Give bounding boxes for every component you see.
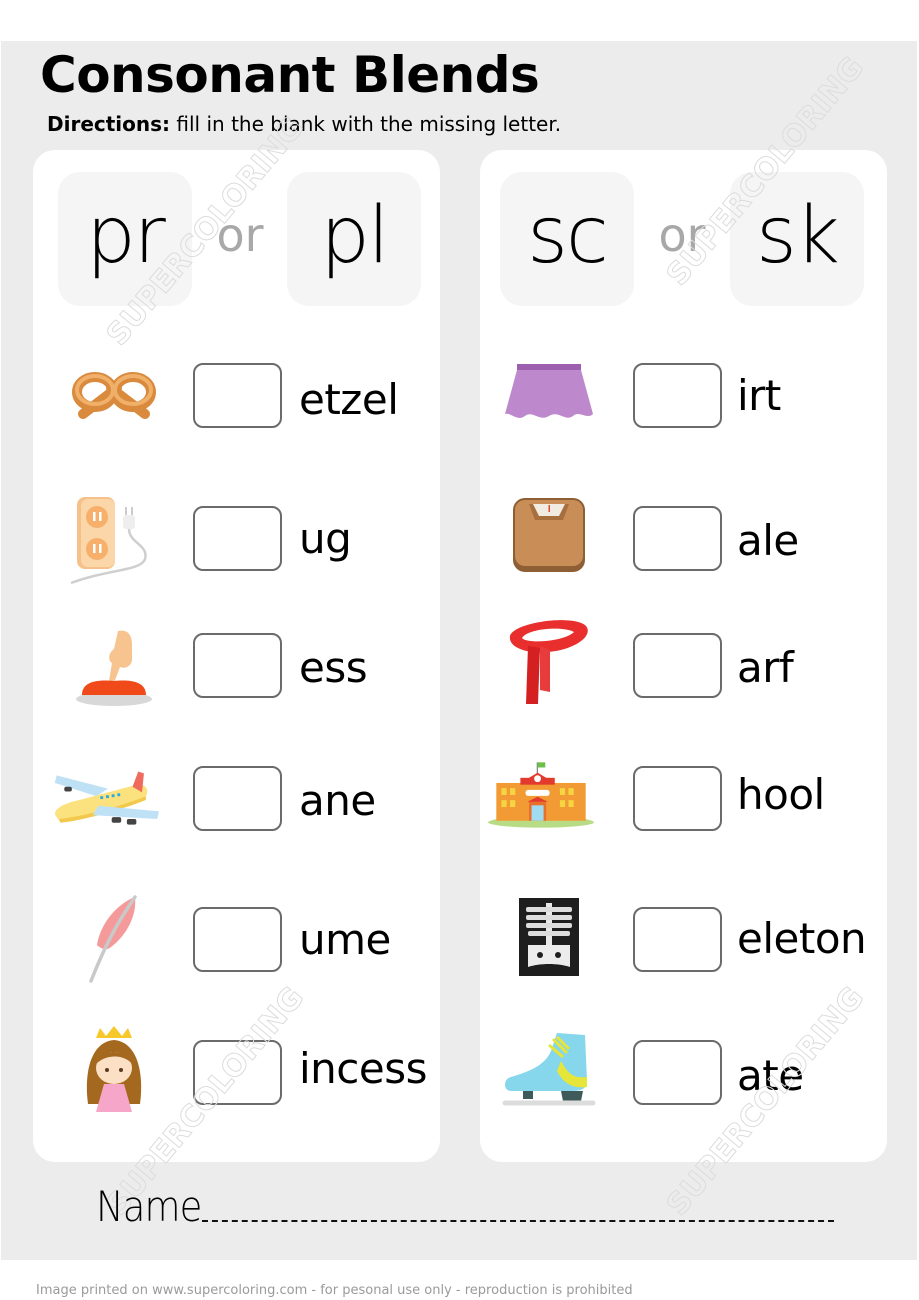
list-item: irt xyxy=(480,347,887,437)
blend-text: pr xyxy=(86,191,166,281)
answer-box[interactable] xyxy=(633,1040,722,1105)
list-item: ate xyxy=(480,1025,887,1115)
blend-text: sk xyxy=(756,191,840,281)
answer-box[interactable] xyxy=(633,506,722,571)
answer-box[interactable] xyxy=(193,1040,282,1105)
school-icon xyxy=(486,750,596,840)
directions-label: Directions: xyxy=(47,112,171,136)
word-suffix: hool xyxy=(737,770,825,819)
answer-box[interactable] xyxy=(193,633,282,698)
list-item: arf xyxy=(480,617,887,707)
directions-text: fill in the blank with the missing lette… xyxy=(170,112,562,136)
blend-tile-pl: pl xyxy=(287,172,421,306)
connector-or: or xyxy=(216,208,264,262)
word-suffix: etzel xyxy=(299,375,399,424)
word-suffix: eleton xyxy=(737,914,867,963)
princess-icon xyxy=(59,1024,169,1114)
list-item: ess xyxy=(33,622,440,712)
answer-box[interactable] xyxy=(193,766,282,831)
word-suffix: ess xyxy=(299,643,368,692)
word-suffix: ane xyxy=(299,776,376,825)
footer-note: Image printed on www.supercoloring.com -… xyxy=(36,1283,633,1298)
list-item: ug xyxy=(33,496,440,586)
list-item: incess xyxy=(33,1024,440,1114)
connector-or: or xyxy=(658,208,706,262)
answer-box[interactable] xyxy=(633,363,722,428)
panel-sc-sk: sc or sk irt ale arf hool eleton ate xyxy=(480,150,887,1162)
word-suffix: ug xyxy=(299,514,352,563)
scarf-icon xyxy=(494,617,604,707)
word-suffix: arf xyxy=(737,643,794,692)
plume-feather-icon xyxy=(59,895,169,985)
word-suffix: irt xyxy=(737,371,781,420)
list-item: hool xyxy=(480,750,887,840)
pretzel-icon xyxy=(59,353,169,443)
skirt-icon xyxy=(494,347,604,437)
skeleton-xray-icon xyxy=(494,892,604,982)
list-item: ane xyxy=(33,755,440,845)
answer-box[interactable] xyxy=(193,907,282,972)
word-suffix: ate xyxy=(737,1051,804,1100)
blend-text: sc xyxy=(527,191,609,281)
word-suffix: ume xyxy=(299,915,391,964)
blend-tile-sc: sc xyxy=(500,172,634,306)
answer-box[interactable] xyxy=(633,907,722,972)
list-item: etzel xyxy=(33,353,440,443)
scale-icon xyxy=(494,490,604,580)
answer-box[interactable] xyxy=(193,363,282,428)
blend-tile-sk: sk xyxy=(730,172,864,306)
answer-box[interactable] xyxy=(633,766,722,831)
list-item: eleton xyxy=(480,892,887,982)
name-dashed-line[interactable] xyxy=(202,1220,834,1222)
word-suffix: incess xyxy=(299,1044,427,1093)
plane-icon xyxy=(51,755,161,845)
blend-text: pl xyxy=(320,191,389,281)
answer-box[interactable] xyxy=(193,506,282,571)
blend-tile-pr: pr xyxy=(58,172,192,306)
skate-icon xyxy=(494,1025,604,1115)
panel-pr-pl: pr or pl etzel ug ess ane ume incess xyxy=(33,150,440,1162)
press-button-icon xyxy=(59,622,169,712)
answer-box[interactable] xyxy=(633,633,722,698)
directions: Directions: fill in the blank with the m… xyxy=(47,110,561,138)
list-item: ale xyxy=(480,490,887,580)
name-field[interactable]: Name xyxy=(96,1186,834,1228)
list-item: ume xyxy=(33,895,440,985)
name-label: Name xyxy=(96,1182,202,1231)
worksheet-title: Consonant Blends xyxy=(40,46,540,104)
plug-icon xyxy=(59,496,169,586)
word-suffix: ale xyxy=(737,516,799,565)
